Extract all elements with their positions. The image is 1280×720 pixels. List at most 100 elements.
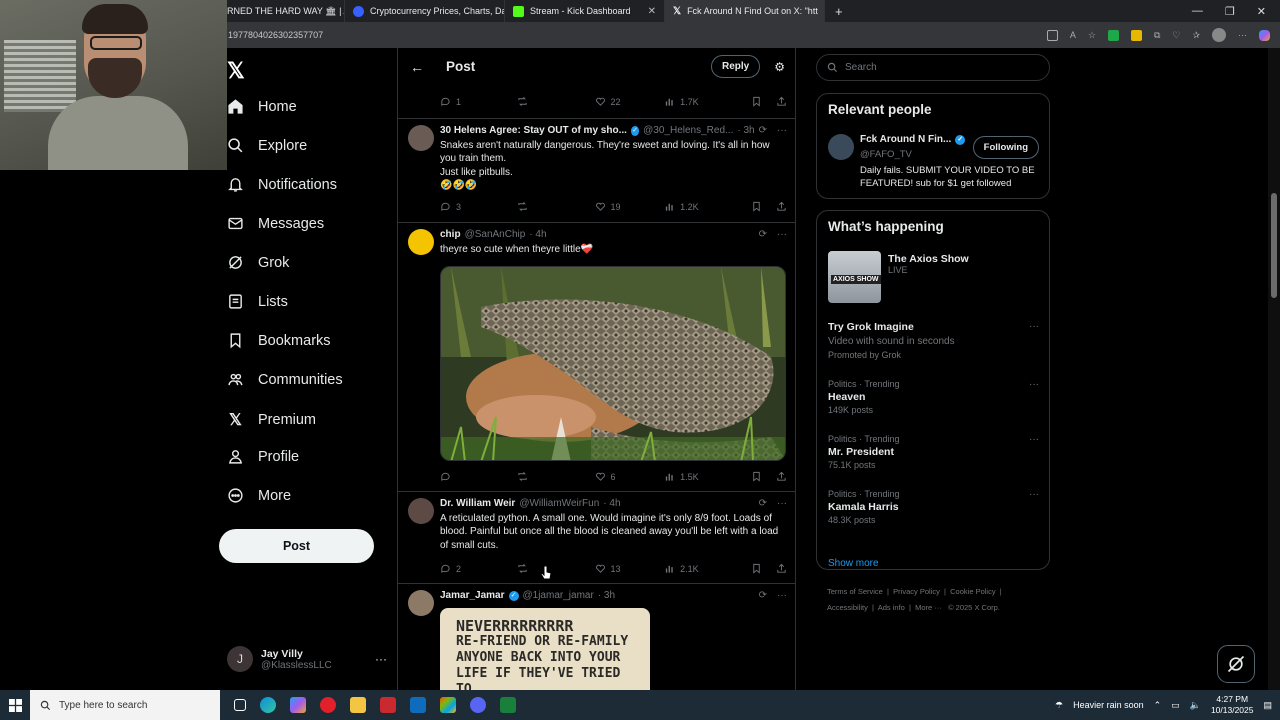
more-icon[interactable]: ··· [777,229,787,240]
share-icon[interactable] [776,563,787,574]
like-action[interactable]: 22 [595,96,665,107]
like-action[interactable]: 19 [595,201,665,212]
extension-icon[interactable] [1130,29,1142,41]
footer-link[interactable]: Cookie Policy [950,587,995,596]
author-name[interactable]: chip [440,229,461,240]
nav-profile[interactable]: Profile [227,448,299,465]
author-handle[interactable]: @WilliamWeirFun [519,498,599,509]
opera-icon[interactable] [320,697,336,713]
tweet-time[interactable]: · 3h [598,590,615,601]
author-handle[interactable]: @SanAnChip [465,229,526,240]
following-button[interactable]: Following [972,136,1039,159]
app-icon[interactable] [500,697,516,713]
views-action[interactable]: 2.1K [664,563,751,574]
favorites-icon[interactable]: ✰ [1192,30,1200,41]
bookmark-icon[interactable] [751,563,762,574]
weather-text[interactable]: Heavier rain soon [1073,700,1144,710]
author-name[interactable]: 30 Helens Agree: Stay OUT of my sho... [440,125,627,136]
reply-action[interactable]: 1 [440,96,517,107]
person-name[interactable]: Fck Around N Fin... ✓ [860,134,966,145]
repost-action[interactable] [517,563,594,574]
chevron-up-icon[interactable]: ⌃ [1154,700,1162,711]
tweet-image[interactable]: NEVERRRRRRRRR RE-FRIEND OR RE-FAMILY ANY… [440,608,650,690]
tweet-image[interactable] [440,266,786,461]
bookmark-icon[interactable] [751,201,762,212]
bookmark-icon[interactable] [751,96,762,107]
browser-menu-icon[interactable]: ··· [1238,30,1247,40]
more-icon[interactable]: ··· [1029,379,1039,390]
app-icon[interactable] [380,697,396,713]
copilot-icon[interactable] [290,697,306,713]
tweet[interactable]: 30 Helens Agree: Stay OUT of my sho... ✓… [398,119,795,223]
footer-link[interactable]: Privacy Policy [893,587,940,596]
author-name[interactable]: Dr. William Weir [440,498,515,509]
tweet[interactable]: Jamar_Jamar ✓ @1jamar_jamar · 3h ⟳ ··· NE… [398,584,795,690]
nav-communities[interactable]: Communities [227,371,343,388]
close-window-icon[interactable]: ✕ [1257,5,1266,18]
avatar[interactable] [408,590,434,616]
grok-floating-button[interactable] [1217,645,1255,683]
nav-notifications[interactable]: Notifications [227,176,337,193]
notification-icon[interactable]: ▤ [1263,700,1272,711]
discord-icon[interactable] [470,697,486,713]
footer-link[interactable]: Accessibility [827,603,868,612]
tweet[interactable]: 1 22 1.7K [398,85,795,119]
axios-show-thumbnail[interactable]: AXIOS SHOW [828,251,881,303]
page-scrollbar[interactable] [1268,48,1280,690]
grok-icon[interactable]: ⟳ [759,498,767,509]
more-icon[interactable]: ··· [1029,321,1039,332]
share-icon[interactable] [776,96,787,107]
repost-action[interactable] [517,201,594,212]
extensions-icon[interactable]: ⧉ [1154,30,1160,41]
browser-tab-2[interactable]: Cryptocurrency Prices, Charts, Da ✕ [345,0,505,22]
new-tab-button[interactable]: + [825,4,843,19]
footer-link[interactable]: More ··· [915,603,942,612]
author-handle[interactable]: @30_Helens_Red... [643,125,733,136]
person-handle[interactable]: @FAFO_TV [860,149,912,160]
author-handle[interactable]: @1jamar_jamar [523,590,594,601]
avatar[interactable] [408,498,434,524]
post-button[interactable]: Post [219,529,374,563]
windows-start-icon[interactable] [0,698,30,712]
trend-item[interactable]: Politics · Trending Mr. President 75.1K … [828,434,1039,470]
author-name[interactable]: Jamar_Jamar [440,590,505,601]
show-more-link[interactable]: Show more [828,558,879,569]
maximize-icon[interactable]: ❐ [1225,5,1235,18]
like-action[interactable]: 13 [595,563,665,574]
tweet-time[interactable]: · 3h [737,125,754,136]
views-action[interactable]: 1.2K [664,201,751,212]
sliders-icon[interactable]: ⚙ [774,60,785,74]
more-icon[interactable]: ··· [1029,434,1039,445]
avatar[interactable] [828,134,854,160]
clock[interactable]: 4:27 PM 10/13/2025 [1211,694,1254,716]
search-input[interactable]: Search [816,54,1050,81]
browser-essentials-icon[interactable]: ♡ [1172,30,1180,41]
close-icon[interactable]: ✕ [648,6,656,17]
footer-link[interactable]: Terms of Service [827,587,883,596]
copilot-icon[interactable] [1259,29,1270,41]
volume-icon[interactable]: 🔈 [1190,700,1201,711]
share-icon[interactable] [776,201,787,212]
more-icon[interactable]: ··· [1029,489,1039,500]
grok-icon[interactable]: ⟳ [759,229,767,240]
nav-grok[interactable]: Grok [227,254,289,271]
views-action[interactable]: 1.5K [664,471,751,482]
tweet[interactable]: chip @SanAnChip · 4h ⟳ ··· theyre so cute… [398,223,795,492]
tweet[interactable]: Dr. William Weir @WilliamWeirFun · 4h ⟳ ·… [398,492,795,584]
account-switcher[interactable]: J Jay Villy @KlasslessLLC ··· [227,646,387,672]
tweet-time[interactable]: · 4h [603,498,620,509]
bookmark-icon[interactable] [751,471,762,482]
reader-icon[interactable] [1046,29,1058,41]
nav-messages[interactable]: Messages [227,215,324,232]
views-action[interactable]: 1.7K [664,96,751,107]
task-view-icon[interactable] [234,699,246,711]
favorite-star-icon[interactable]: ☆ [1088,30,1096,41]
store-icon[interactable] [440,697,456,713]
repost-action[interactable] [517,471,594,482]
grok-icon[interactable]: ⟳ [759,590,767,601]
more-icon[interactable]: ··· [777,498,787,509]
avatar[interactable] [408,125,434,151]
repost-action[interactable] [517,96,594,107]
nav-premium[interactable]: 𝕏 Premium [227,410,316,430]
tweet-time[interactable]: · 4h [529,229,546,240]
